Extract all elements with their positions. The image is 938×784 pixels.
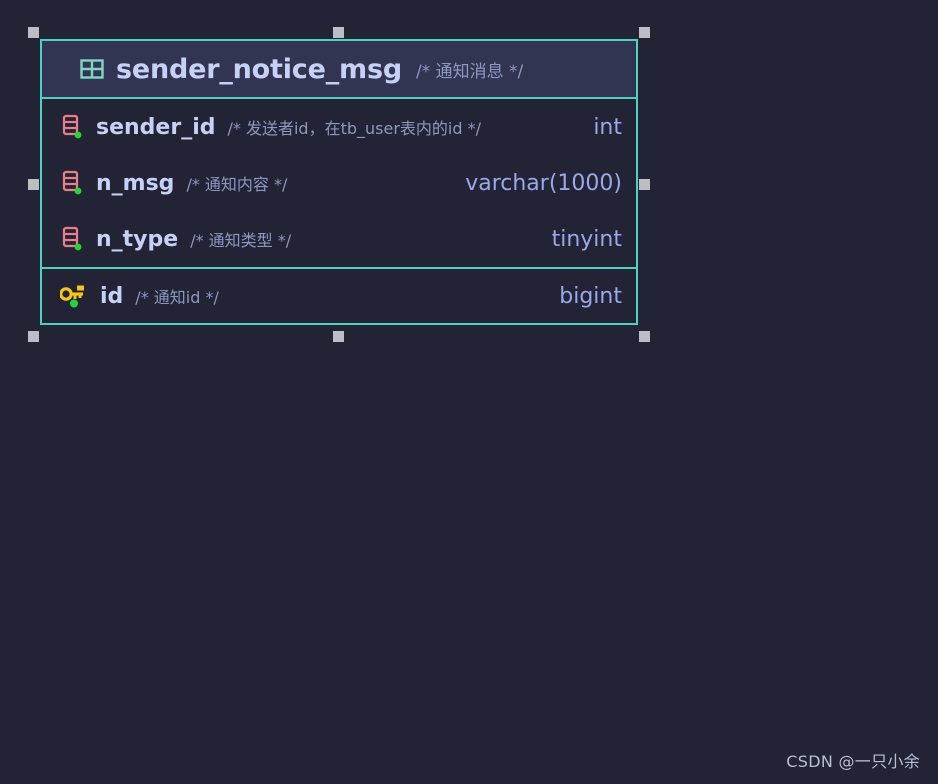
table-row[interactable]: sender_id /* 发送者id，在tb_user表内的id */ int xyxy=(42,99,636,155)
resize-handle-middle-left[interactable] xyxy=(28,179,39,190)
column-comment: /* 通知id */ xyxy=(135,288,219,307)
column-name: n_type xyxy=(96,226,179,252)
resize-handle-middle-right[interactable] xyxy=(639,179,650,190)
key-icon xyxy=(60,283,88,309)
entity-columns-list: sender_id /* 发送者id，在tb_user表内的id */ int … xyxy=(42,99,636,323)
resize-handle-top-left[interactable] xyxy=(28,27,39,38)
column-type: bigint xyxy=(559,283,622,309)
column-type: tinyint xyxy=(551,226,622,252)
entity-title: sender_notice_msg xyxy=(116,53,402,85)
column-comment: /* 通知类型 */ xyxy=(190,231,292,250)
entity-node-sender-notice-msg[interactable]: sender_notice_msg /* 通知消息 */ sender_id /… xyxy=(40,39,638,325)
resize-handle-top-right[interactable] xyxy=(639,27,650,38)
entity-header[interactable]: sender_notice_msg /* 通知消息 */ xyxy=(42,41,636,99)
table-icon xyxy=(80,57,104,81)
column-comment: /* 通知内容 */ xyxy=(186,175,288,194)
table-row[interactable]: id /* 通知id */ bigint xyxy=(42,267,636,323)
column-icon xyxy=(60,170,84,196)
resize-handle-bottom-right[interactable] xyxy=(639,331,650,342)
resize-handle-bottom-center[interactable] xyxy=(333,331,344,342)
column-comment: /* 发送者id，在tb_user表内的id */ xyxy=(227,119,482,138)
column-type: int xyxy=(593,114,622,140)
watermark: CSDN @一只小余 xyxy=(786,752,920,771)
column-name: n_msg xyxy=(96,170,175,196)
resize-handle-top-center[interactable] xyxy=(333,27,344,38)
column-type: varchar(1000) xyxy=(465,170,622,196)
column-icon xyxy=(60,226,84,252)
column-name: sender_id xyxy=(96,114,216,140)
column-icon xyxy=(60,114,84,140)
resize-handle-bottom-left[interactable] xyxy=(28,331,39,342)
table-row[interactable]: n_type /* 通知类型 */ tinyint xyxy=(42,211,636,267)
entity-comment: /* 通知消息 */ xyxy=(415,61,524,82)
column-name: id xyxy=(100,283,124,309)
table-row[interactable]: n_msg /* 通知内容 */ varchar(1000) xyxy=(42,155,636,211)
